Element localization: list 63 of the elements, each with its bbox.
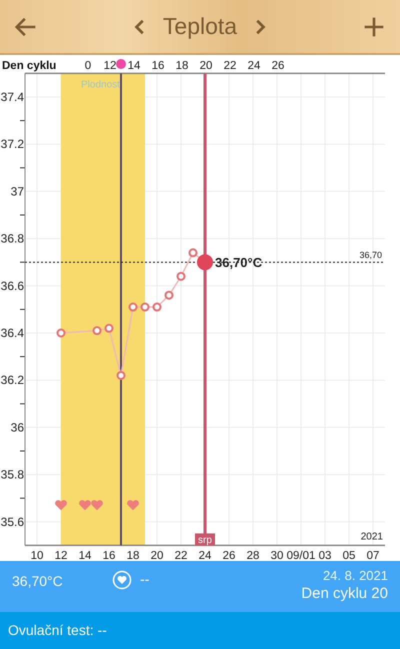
year-label: 2021 [360,531,383,542]
y-axis-label: 37.4 [0,90,24,104]
heart-icon [91,500,103,510]
x-axis-label: 30 [270,550,284,561]
x-axis-label: 03 [318,550,332,561]
cycle-day-value: Den cyklu 20 [301,584,388,604]
x-axis-label: 26 [222,550,236,561]
x-axis-label: 18 [126,550,140,561]
cycle-day-label: 22 [224,60,236,72]
reference-value: 36,70 [359,250,382,260]
x-axis-label: 22 [174,550,188,561]
y-axis-label: 36 [10,420,24,434]
x-axis-label: 05 [342,550,356,561]
cycle-day-label: 0 [84,60,92,72]
data-point [56,328,66,338]
cycle-day-label: 24 [248,60,260,72]
data-point [104,324,114,333]
y-axis-label: 35.8 [0,468,24,482]
y-axis-label: 36.8 [0,232,24,246]
y-axis-label: 37.2 [0,137,24,152]
fertile-label: Plodnost [81,79,120,90]
x-axis-label: 12 [54,550,68,561]
x-axis-label: 20 [150,550,164,561]
x-axis-label: 24 [198,550,212,561]
x-axis-label: 07 [366,550,380,561]
x-axis-label: 09/01 [286,550,316,561]
y-axis-label: 35.6 [0,514,24,529]
cycle-day-label: 26 [272,60,284,72]
intercourse-value: -- [140,570,150,589]
y-axis-label: 36.4 [0,326,24,340]
cycle-day-label: 14 [128,60,140,72]
heart-icon [127,500,139,510]
ref-line-label: srp [198,534,212,546]
cycle-day-label: 20 [200,60,212,72]
selected-point[interactable] [197,254,213,270]
x-axis-label: 10 [30,550,44,561]
x-axis-label: 28 [246,550,260,561]
cycle-day-label: 16 [152,60,164,72]
y-axis-label: 36.2 [0,373,24,388]
x-axis-label: 14 [78,550,92,561]
data-point [188,248,198,258]
data-point [152,302,162,312]
data-point [176,272,186,281]
date-label: 24. 8. 2021 [322,567,388,584]
ovulation-marker [116,59,126,69]
data-point [164,290,174,300]
y-axis-label: 37 [10,184,24,198]
screen-title: Teplota [162,12,238,42]
selected-value: 36,70°C [215,255,262,270]
x-axis-label: 16 [102,550,116,561]
cycle-day-axis-title: Den cyklu [2,60,56,72]
ovulation-test-label: Ovulační test: -- [8,621,107,640]
cycle-day-label: 18 [176,60,188,72]
data-point [116,370,126,380]
temperature-value: 36,70°C [12,572,64,591]
heart-icon [79,500,91,510]
heart-icon [55,500,67,510]
data-point [92,326,102,336]
month-tag: srp [195,533,215,546]
data-point [128,302,138,312]
cycle-day-label: 12 [104,60,116,72]
y-axis-label: 36.6 [0,278,24,293]
data-point [140,302,150,312]
